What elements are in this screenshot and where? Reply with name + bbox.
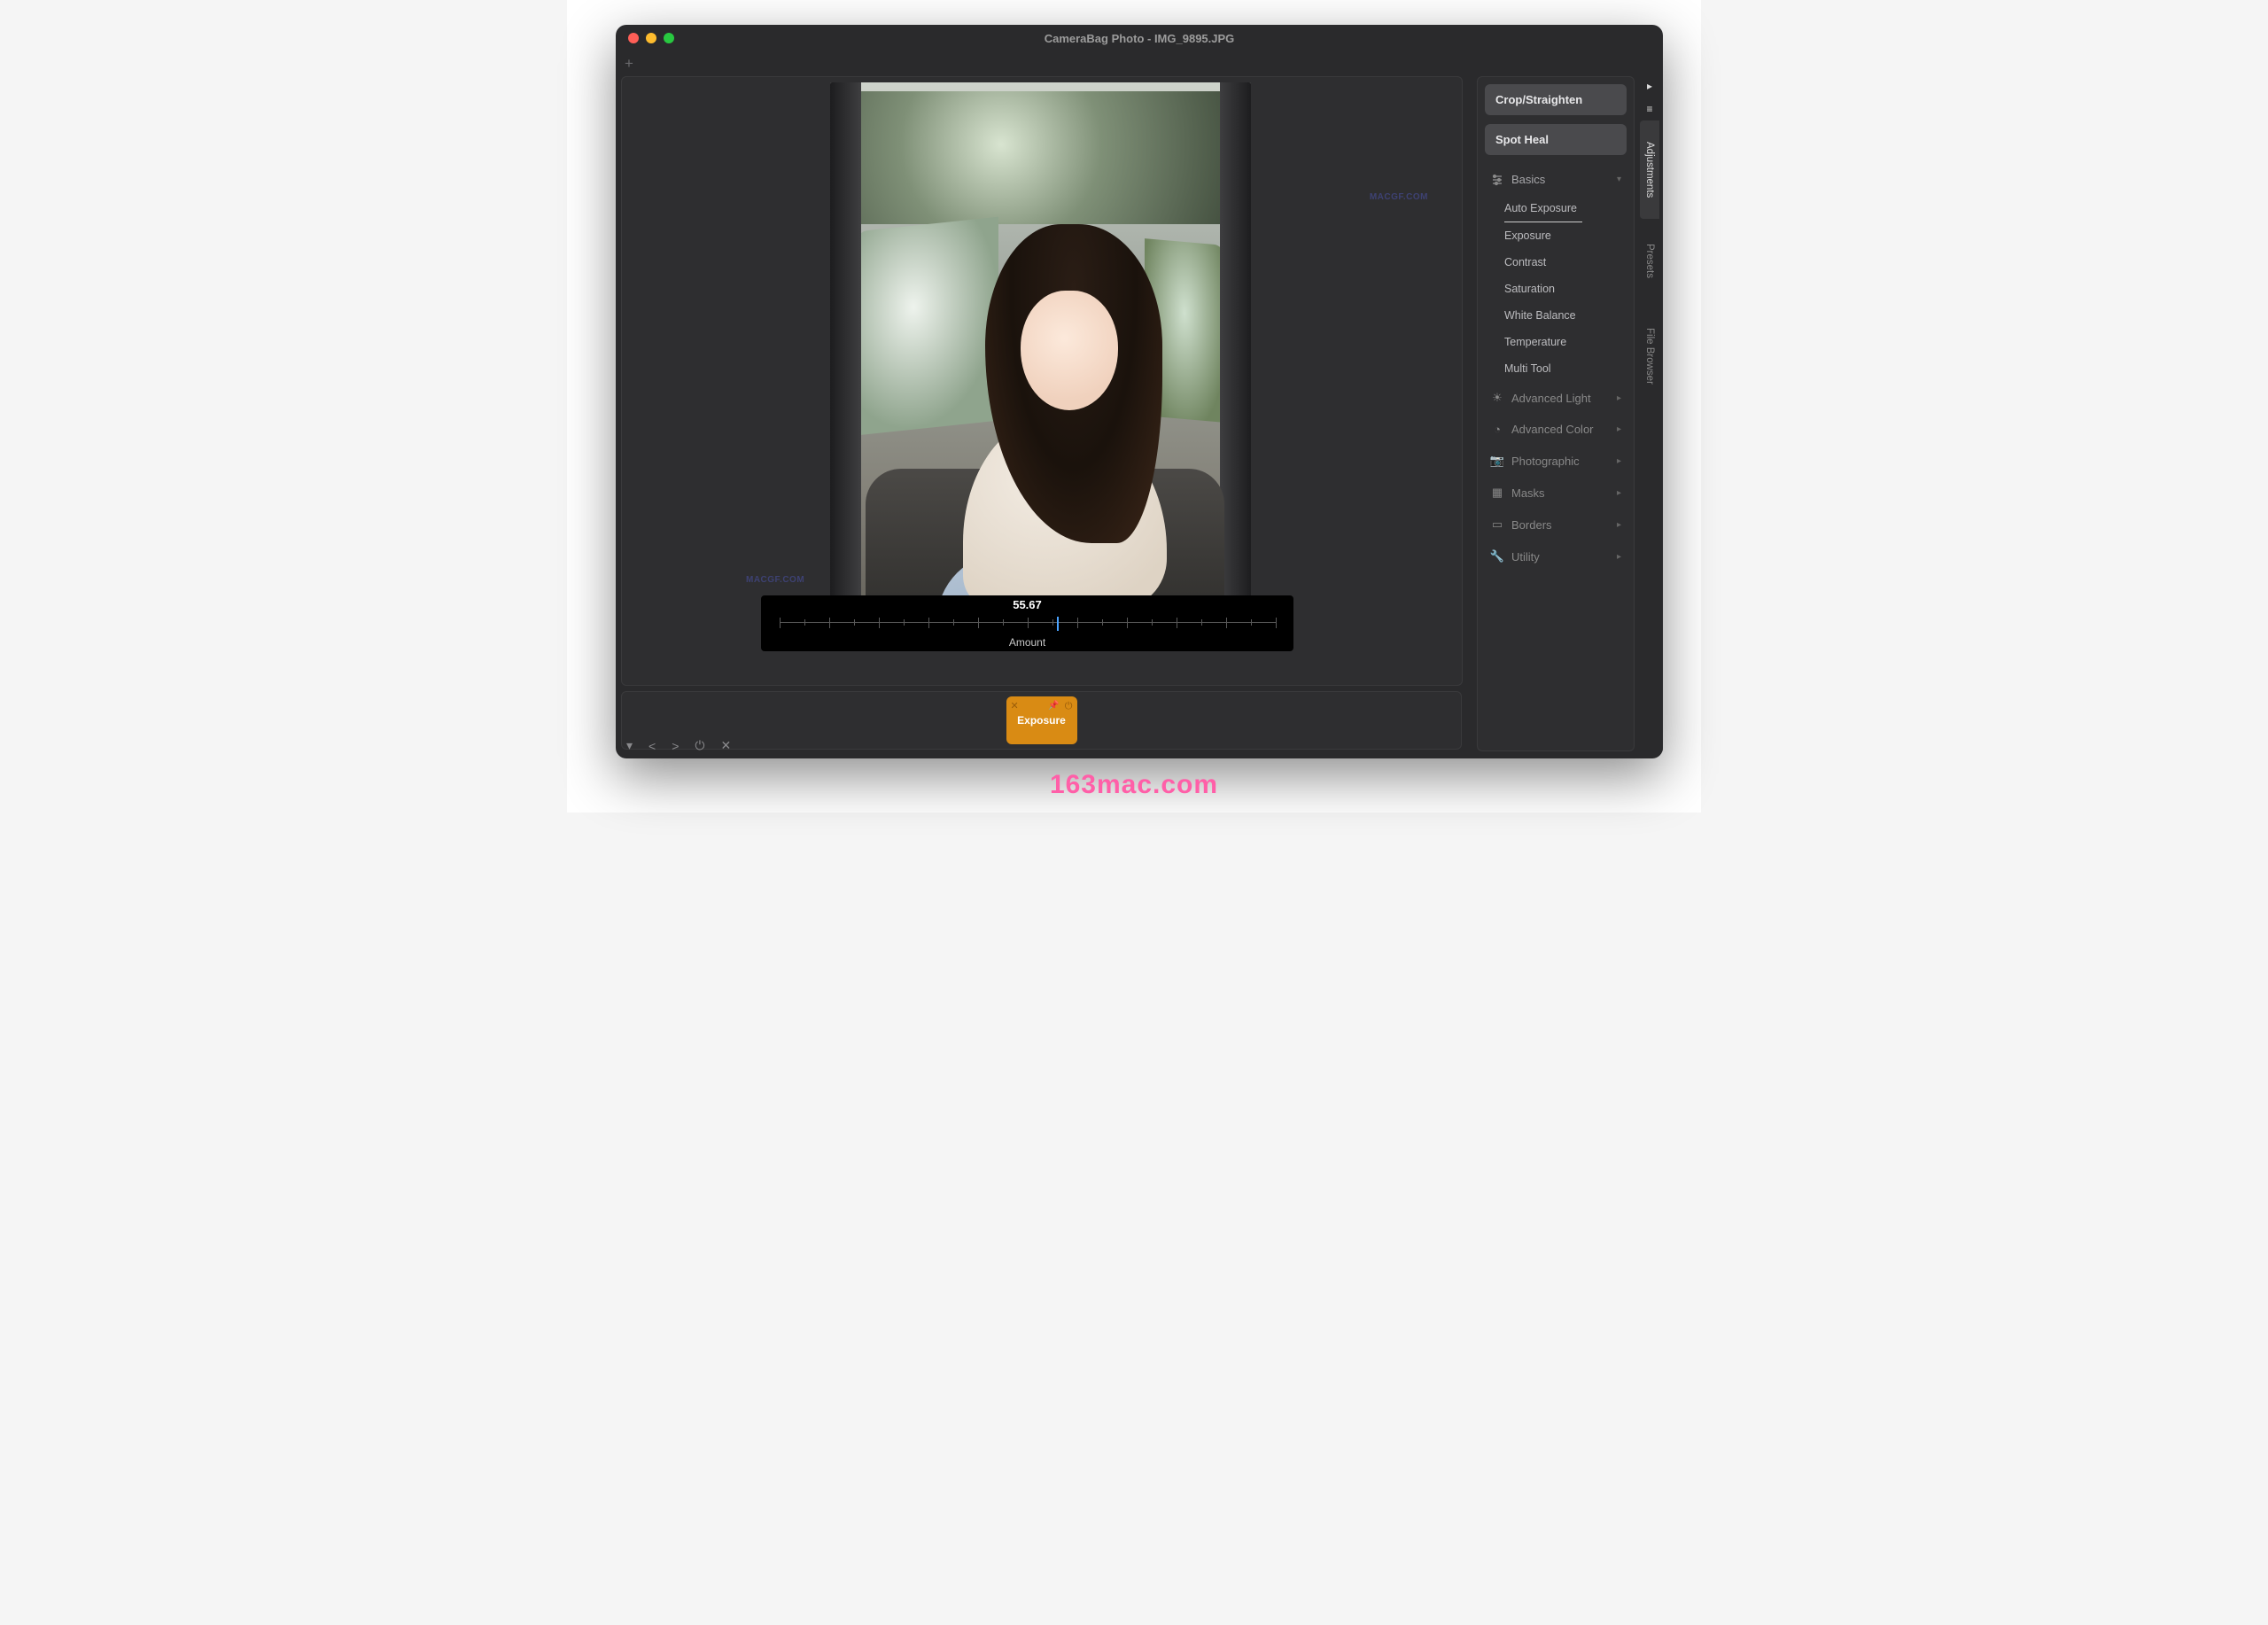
wrench-icon: 🔧 [1490,549,1504,564]
titlebar: CameraBag Photo - IMG_9895.JPG [616,25,1663,51]
window-title: CameraBag Photo - IMG_9895.JPG [1045,32,1235,45]
chevron-right-icon: ▸ [1617,488,1621,498]
category-label: Advanced Light [1511,392,1591,405]
chevron-right-icon: ▸ [1617,424,1621,434]
dropdown-icon[interactable]: ▾ [626,738,633,753]
chip-pin-icon[interactable]: 📌 [1048,701,1059,711]
adjustments-panel: Crop/Straighten Spot Heal Basics ▾ Auto … [1477,76,1635,751]
basics-temperature[interactable]: Temperature [1485,329,1627,355]
rail-expand-icon[interactable]: ▸ [1642,74,1658,97]
chevron-down-icon: ▾ [1617,175,1621,184]
checker-icon: ▦ [1490,486,1504,500]
category-label: Photographic [1511,455,1580,468]
close-window-button[interactable] [628,33,639,43]
traffic-lights [628,33,674,43]
category-label: Borders [1511,518,1552,532]
app-window: CameraBag Photo - IMG_9895.JPG + [616,25,1663,758]
prev-button[interactable]: < [649,739,656,753]
slider-label: Amount [1009,636,1045,649]
category-basics[interactable]: Basics ▾ [1485,164,1627,195]
chip-label: Exposure [1017,714,1066,727]
chevron-right-icon: ▸ [1617,552,1621,562]
basics-multi-tool[interactable]: Multi Tool [1485,355,1627,382]
slider-track[interactable] [780,615,1276,631]
watermark-text: MACGF.COM [746,575,804,585]
bottom-toolbar: ▾ < > ⏻ ✕ [626,738,731,753]
crop-straighten-button[interactable]: Crop/Straighten [1485,84,1627,115]
rail-tab-file-browser[interactable]: File Browser [1644,303,1655,409]
category-advanced-light[interactable]: ☀ Advanced Light ▸ [1485,382,1627,414]
minimize-window-button[interactable] [646,33,656,43]
palette-icon: ◔ [1490,423,1504,436]
category-label: Advanced Color [1511,423,1594,436]
page-watermark: 163mac.com [567,770,1701,800]
basics-contrast[interactable]: Contrast [1485,249,1627,276]
close-icon[interactable]: ✕ [720,738,731,753]
category-utility[interactable]: 🔧 Utility ▸ [1485,540,1627,572]
border-icon: ▭ [1490,517,1504,532]
chevron-right-icon: ▸ [1617,456,1621,466]
side-rail: ▸ ≡ Adjustments Presets File Browser [1636,74,1663,751]
power-icon[interactable]: ⏻ [695,738,704,753]
basics-saturation[interactable]: Saturation [1485,276,1627,302]
chevron-right-icon: ▸ [1617,393,1621,403]
rail-tab-adjustments[interactable]: Adjustments [1640,121,1659,219]
category-label: Utility [1511,550,1540,564]
rail-menu-icon[interactable]: ≡ [1641,97,1658,121]
tab-strip: + [616,51,1488,74]
photo-preview [830,82,1251,646]
category-masks[interactable]: ▦ Masks ▸ [1485,477,1627,509]
basics-white-balance[interactable]: White Balance [1485,302,1627,329]
sliders-icon [1490,174,1504,186]
watermark-text: MACGF.COM [1370,192,1428,202]
exposure-chip[interactable]: ✕ 📌 ⏻ Exposure [1006,696,1077,744]
category-photographic[interactable]: 📷 Photographic ▸ [1485,445,1627,477]
category-advanced-color[interactable]: ◔ Advanced Color ▸ [1485,414,1627,445]
adjustment-chip-row: ✕ 📌 ⏻ Exposure [621,691,1462,750]
add-tab-button[interactable]: + [625,56,633,71]
slider-handle[interactable] [1057,617,1059,631]
rail-tab-presets[interactable]: Presets [1644,219,1655,303]
camera-icon: 📷 [1490,454,1504,468]
chevron-right-icon: ▸ [1617,520,1621,530]
next-button[interactable]: > [672,739,679,753]
spot-heal-button[interactable]: Spot Heal [1485,124,1627,155]
image-canvas[interactable]: MACGF.COM MACGF.COM 55.67 [621,76,1463,686]
basics-exposure[interactable]: Exposure [1485,222,1627,249]
amount-slider[interactable]: 55.67 [761,595,1293,651]
category-borders[interactable]: ▭ Borders ▸ [1485,509,1627,540]
chip-power-icon[interactable]: ⏻ [1065,701,1073,712]
chip-remove-icon[interactable]: ✕ [1011,700,1019,711]
sun-icon: ☀ [1490,391,1504,405]
basics-auto-exposure[interactable]: Auto Exposure [1504,195,1582,222]
zoom-window-button[interactable] [664,33,674,43]
category-label: Masks [1511,486,1545,500]
slider-value: 55.67 [1013,598,1042,611]
category-label: Basics [1511,173,1545,186]
